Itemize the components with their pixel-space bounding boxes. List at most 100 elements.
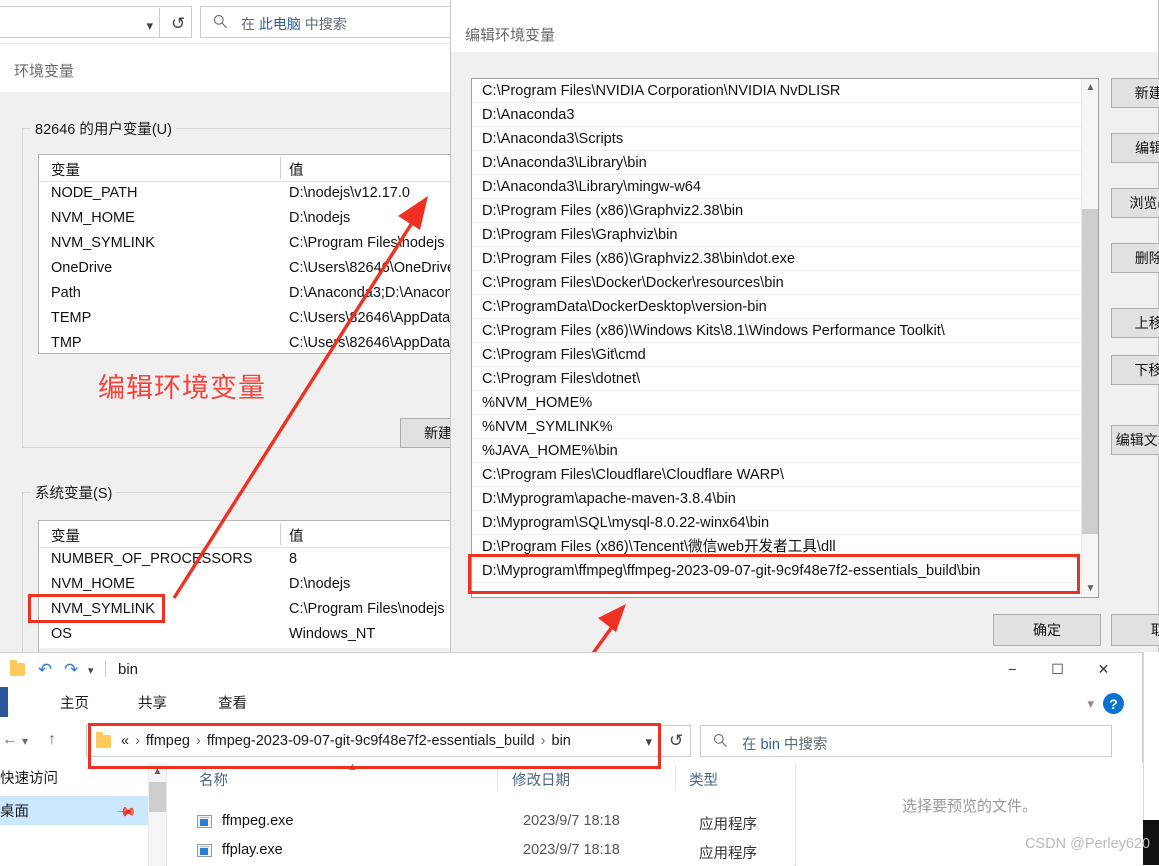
scrollbar-thumb[interactable] (1082, 209, 1098, 534)
minimize-button[interactable]: − (990, 653, 1035, 685)
list-item[interactable]: D:\Myprogram\SQL\mysql-8.0.22-winx64\bin (472, 511, 1098, 535)
divider (105, 661, 106, 677)
list-item[interactable]: C:\Program Files\Docker\Docker\resources… (472, 271, 1098, 295)
chevron-down-icon[interactable]: ▾ (1087, 696, 1094, 712)
list-item[interactable]: D:\Myprogram\apache-maven-3.8.4\bin (472, 487, 1098, 511)
list-item[interactable]: C:\Program Files\dotnet\ (472, 367, 1098, 391)
ok-button[interactable]: 确定 (993, 614, 1101, 646)
close-button[interactable]: ✕ (1081, 653, 1126, 685)
chevron-down-icon[interactable]: ▾ (146, 18, 153, 34)
folder-icon[interactable] (10, 660, 25, 676)
table-row[interactable]: OS Windows_NT (39, 623, 453, 648)
column-header-variable: 变量 (51, 163, 80, 179)
cell-value: 8 (289, 551, 298, 567)
navigation-pane-scrollbar[interactable]: ▲ (148, 763, 166, 866)
list-item[interactable]: %NVM_HOME% (472, 391, 1098, 415)
table-row[interactable]: NODE_PATH D:\nodejs\v12.17.0 (39, 182, 453, 207)
refresh-icon[interactable]: ↻ (171, 14, 185, 34)
user-variables-legend: 82646 的用户变量(U) (31, 118, 176, 139)
customize-chevron-icon[interactable]: ▾ (88, 664, 94, 677)
search-box[interactable]: 在 bin 中搜索 (700, 725, 1112, 757)
table-row[interactable]: NVM_SYMLINK C:\Program Files\nodejs (39, 232, 453, 257)
user-variables-table[interactable]: 变量 值 NODE_PATH D:\nodejs\v12.17.0 NVM_HOM… (38, 154, 454, 354)
table-row[interactable]: Path D:\Anaconda3;D:\Anaconda (39, 282, 453, 307)
refresh-icon[interactable]: ↻ (669, 731, 683, 751)
table-row[interactable]: NUMBER_OF_PROCESSORS 8 (39, 548, 453, 573)
ribbon-tab-strip: 主页 共享 查看 ▾ ? (0, 687, 1142, 719)
delete-path-button[interactable]: 删除(D) (1111, 243, 1159, 273)
move-down-button[interactable]: 下移(O) (1111, 355, 1159, 385)
annotation-edit-env-var-text: 编辑环境变量 (98, 373, 266, 403)
cell-value: C:\Users\82646\AppData\L (289, 310, 454, 326)
right-edge-filler (1143, 652, 1159, 824)
new-path-button[interactable]: 新建(N) (1111, 78, 1159, 108)
list-item[interactable]: D:\Anaconda3 (472, 103, 1098, 127)
file-name: ffplay.exe (222, 842, 283, 858)
cell-variable: TMP (51, 335, 82, 351)
edit-dialog-title: 编辑环境变量 (465, 27, 556, 44)
background-address-bar[interactable]: ▾ ↻ (0, 6, 192, 38)
table-row[interactable]: TEMP C:\Users\82646\AppData\L (39, 307, 453, 332)
edit-text-button[interactable]: 编辑文本(T)... (1111, 425, 1159, 455)
highlight-system-path-row (28, 594, 165, 623)
pin-icon[interactable]: 📌 (115, 801, 137, 824)
list-item[interactable]: C:\Program Files\Git\cmd (472, 343, 1098, 367)
csdn-watermark: CSDN @Perley620 (1025, 836, 1151, 852)
table-row[interactable]: NVM_HOME D:\nodejs (39, 207, 453, 232)
scrollbar-thumb[interactable] (149, 782, 166, 812)
list-item[interactable]: C:\ProgramData\DockerDesktop\version-bin (472, 295, 1098, 319)
column-header-date[interactable]: 修改日期 (512, 769, 570, 790)
tab-share[interactable]: 共享 (138, 692, 167, 713)
list-item[interactable]: D:\Program Files\Graphviz\bin (472, 223, 1098, 247)
table-row[interactable]: OneDrive C:\Users\82646\OneDrive (39, 257, 453, 282)
list-item[interactable]: C:\Program Files\NVIDIA Corporation\NVID… (472, 79, 1098, 103)
list-item[interactable]: D:\Anaconda3\Library\mingw-w64 (472, 175, 1098, 199)
application-icon (197, 815, 212, 828)
column-divider[interactable] (675, 765, 676, 790)
list-item[interactable]: %JAVA_HOME%\bin (472, 439, 1098, 463)
tab-home[interactable]: 主页 (60, 692, 89, 713)
browse-path-button[interactable]: 浏览(B)... (1111, 188, 1159, 218)
table-row[interactable]: TMP C:\Users\82646\AppData\L (39, 332, 454, 353)
list-item[interactable]: %NVM_SYMLINK% (472, 415, 1098, 439)
help-icon[interactable]: ? (1103, 693, 1124, 714)
chevron-down-icon[interactable]: ▼ (1082, 580, 1098, 597)
up-arrow-icon[interactable]: ↑ (48, 731, 56, 749)
back-arrow-icon[interactable]: ← (2, 731, 18, 749)
path-list-scrollbar[interactable]: ▲ ▼ (1081, 79, 1098, 597)
cell-value: C:\Users\82646\AppData\L (289, 335, 454, 351)
list-item[interactable]: D:\Program Files (x86)\Graphviz2.38\bin\… (472, 247, 1098, 271)
move-up-button[interactable]: 上移(U) (1111, 308, 1159, 338)
file-type: 应用程序 (699, 846, 757, 862)
column-header-value: 值 (289, 163, 304, 179)
edit-path-button[interactable]: 编辑(E) (1111, 133, 1159, 163)
nav-item-desktop[interactable]: 桌面 📌 (0, 796, 148, 825)
list-item[interactable]: D:\Anaconda3\Scripts (472, 127, 1098, 151)
list-item[interactable]: C:\Program Files (x86)\Windows Kits\8.1\… (472, 319, 1098, 343)
column-divider (280, 523, 281, 545)
preview-placeholder: 选择要预览的文件。 (901, 798, 1038, 815)
column-header-type[interactable]: 类型 (689, 769, 718, 790)
column-divider (280, 157, 281, 179)
background-search-box[interactable]: 在 此电脑 中搜索 (200, 6, 460, 38)
undo-icon[interactable]: ↶ (38, 660, 52, 680)
column-header-value: 值 (289, 529, 304, 545)
cell-value: Windows_NT (289, 626, 376, 642)
list-item[interactable]: C:\Program Files\Cloudflare\Cloudflare W… (472, 463, 1098, 487)
cell-value: C:\Program Files\nodejs (289, 235, 445, 251)
list-item[interactable]: D:\Anaconda3\Library\bin (472, 151, 1098, 175)
recent-locations-chevron-icon[interactable]: ▾ (22, 734, 28, 748)
cancel-button[interactable]: 取消 (1111, 614, 1159, 646)
file-row-ffplay[interactable]: ffplay.exe 2023/9/7 18:18 应用程序 (167, 837, 795, 866)
list-item[interactable]: D:\Program Files (x86)\Graphviz2.38\bin (472, 199, 1098, 223)
file-row-ffmpeg[interactable]: ffmpeg.exe 2023/9/7 18:18 应用程序 (167, 808, 795, 837)
tab-view[interactable]: 查看 (218, 692, 247, 713)
cell-variable: NVM_SYMLINK (51, 235, 155, 251)
file-modified-date: 2023/9/7 18:18 (523, 842, 620, 858)
maximize-button[interactable]: ☐ (1035, 653, 1080, 685)
path-entries-listbox[interactable]: C:\Program Files\NVIDIA Corporation\NVID… (471, 78, 1099, 598)
column-header-name[interactable]: 名称 (199, 769, 228, 790)
file-menu-tab[interactable] (0, 687, 8, 717)
chevron-up-icon[interactable]: ▲ (1082, 79, 1098, 96)
redo-icon[interactable]: ↷ (64, 660, 78, 680)
